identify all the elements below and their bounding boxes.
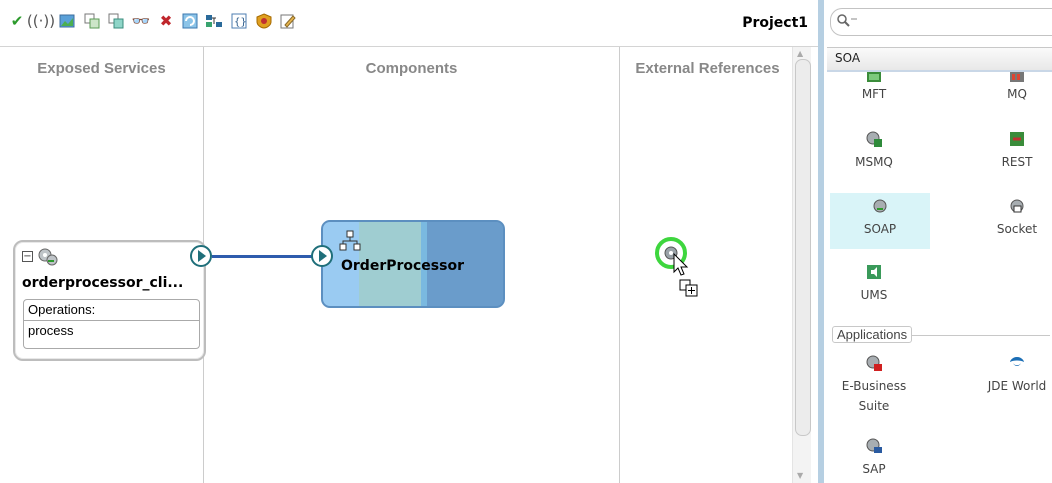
- gears-icon: [37, 246, 59, 272]
- wireless-icon[interactable]: ((·)): [27, 12, 55, 30]
- service-name: orderprocessor_cli...: [22, 275, 184, 291]
- replace-copy-icon[interactable]: [107, 12, 125, 30]
- refresh-icon[interactable]: [181, 12, 199, 30]
- edit-icon[interactable]: [279, 12, 297, 30]
- palette-item-ebusiness-suite[interactable]: E-Business Suite: [824, 354, 924, 416]
- ebusiness-suite-icon: [824, 354, 924, 376]
- service-card[interactable]: − orderprocessor_cli... Operations: proc…: [13, 240, 206, 361]
- components-header: Components: [365, 60, 458, 77]
- scrollbar-thumb[interactable]: [795, 59, 811, 436]
- canvas-vertical-scrollbar[interactable]: ▲ ▼: [792, 47, 811, 483]
- palette-item-ums[interactable]: UMS: [824, 263, 924, 305]
- shield-icon[interactable]: [255, 12, 273, 30]
- palette-item-sap[interactable]: SAP: [824, 437, 924, 479]
- binoculars-icon[interactable]: 👓: [132, 12, 151, 30]
- component-input-chevron-icon[interactable]: [311, 245, 333, 267]
- component-orderprocessor[interactable]: OrderProcessor: [321, 220, 505, 308]
- palette-search-input[interactable]: [830, 8, 1052, 36]
- palette-item-socket[interactable]: Socket: [967, 197, 1052, 239]
- palette-item-mft[interactable]: MFT: [824, 72, 924, 104]
- mq-icon: [967, 72, 1052, 84]
- collapse-icon[interactable]: −: [22, 251, 33, 262]
- mouse-pointer-icon: [672, 252, 702, 302]
- rest-icon: [967, 130, 1052, 152]
- braces-icon[interactable]: {}: [230, 12, 248, 30]
- image-chart-icon[interactable]: [58, 12, 76, 30]
- msmq-icon: [824, 130, 924, 152]
- network-icon[interactable]: [205, 12, 223, 30]
- palette-item-soap[interactable]: SOAP: [830, 193, 930, 249]
- bpel-process-icon: [339, 230, 361, 256]
- mft-icon: [824, 72, 924, 84]
- palette-item-jde-world[interactable]: JDE World: [967, 354, 1052, 396]
- palette-category-select[interactable]: SOA: [827, 47, 1052, 72]
- search-icon: [836, 13, 858, 33]
- scroll-up-icon[interactable]: ▲: [797, 49, 803, 58]
- scroll-down-icon[interactable]: ▼: [797, 471, 803, 480]
- component-name: OrderProcessor: [341, 258, 464, 274]
- svg-text:{}: {}: [234, 17, 247, 28]
- operation-item[interactable]: process: [24, 321, 199, 341]
- socket-icon: [967, 197, 1052, 219]
- external-references-header: External References: [635, 60, 780, 77]
- operations-box: Operations: process: [23, 299, 200, 349]
- component-palette: SOA MFT MQ MSMQ REST SOAP Socket UMS App…: [824, 0, 1052, 483]
- applications-section-header[interactable]: Applications: [832, 326, 913, 343]
- add-copy-icon[interactable]: [83, 12, 101, 30]
- operations-label: Operations:: [28, 302, 96, 317]
- soap-icon: [830, 197, 930, 219]
- exposed-services-header: Exposed Services: [37, 60, 166, 77]
- jde-world-icon: [967, 354, 1052, 376]
- palette-item-rest[interactable]: REST: [967, 130, 1052, 172]
- palette-item-mq[interactable]: MQ: [967, 72, 1052, 104]
- project-name: Project1: [742, 15, 808, 31]
- delete-x-icon[interactable]: ✖: [157, 12, 175, 30]
- column-divider: [619, 47, 620, 483]
- wire-connection[interactable]: [212, 255, 322, 258]
- validate-check-icon[interactable]: ✔: [8, 12, 26, 30]
- sap-icon: [824, 437, 924, 459]
- palette-item-msmq[interactable]: MSMQ: [824, 130, 924, 172]
- ums-icon: [824, 263, 924, 285]
- diagram-toolbar: ✔ ((·)) 👓 ✖ {} Project1: [0, 0, 818, 47]
- service-output-chevron-icon[interactable]: [190, 245, 212, 267]
